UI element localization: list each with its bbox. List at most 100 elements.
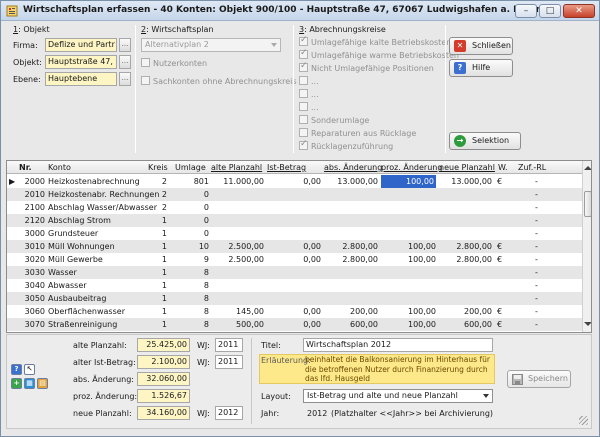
header-umlage[interactable]: Umlage (175, 163, 206, 172)
abrechnungskreis-checkbox[interactable]: Sonderumlage (299, 115, 369, 125)
abrechnungskreis-checkbox[interactable]: Umlagefähige kalte Betriebskosten (299, 35, 451, 47)
maximize-button[interactable]: □ (539, 4, 561, 18)
header-neue-planzahl[interactable]: neue Planzahl (439, 163, 495, 172)
table-scrollbar[interactable] (582, 161, 591, 332)
titel-field[interactable]: Wirtschaftsplan 2012 (303, 338, 493, 352)
cell-neu[interactable]: 200,00 (439, 305, 492, 318)
firma-field[interactable]: Deflize und Partr (45, 38, 117, 52)
cell-konto[interactable]: Ausbaubeitrag (48, 292, 146, 305)
abrechnungskreis-checkbox[interactable]: Nicht Umlagefähige Positionen (299, 61, 434, 73)
cell-zuf[interactable]: - (535, 240, 543, 253)
cell-ist[interactable]: 0,00 (267, 305, 321, 318)
cell-abs[interactable]: 600,00 (324, 318, 378, 331)
cell-umlage[interactable]: 8 (173, 292, 209, 305)
cell-konto[interactable]: Abschlag Strom (48, 214, 146, 227)
close-button[interactable]: ✕ (563, 4, 595, 18)
cell-umlage[interactable]: 8 (173, 305, 209, 318)
firma-browse-button[interactable]: ... (119, 38, 131, 52)
cell-nr[interactable]: 3030 (19, 266, 45, 279)
header-konto[interactable]: Konto (48, 163, 71, 172)
table-row[interactable]: 3050 Ausbaubeitrag 1 8 - (7, 292, 582, 305)
table-row[interactable]: ▶ 2000 Heizkostenabrechnung 2 801 11.000,00 0,… (7, 175, 582, 188)
cell-alt[interactable]: 11.000,00 (211, 175, 264, 188)
cell-konto[interactable]: Heizkostenabr. Rechnungen (48, 188, 159, 201)
cell-nr[interactable]: 3070 (19, 318, 45, 331)
table-row[interactable]: 3060 Oberflächenwasser 1 8 145,00 0,00 200,00 1… (7, 305, 582, 318)
cell-w[interactable]: € (497, 175, 509, 188)
cell-ist[interactable]: 0,00 (267, 253, 321, 266)
resize-grip[interactable] (579, 416, 588, 425)
header-nr[interactable]: Nr. (19, 163, 32, 172)
cell-w[interactable]: € (497, 253, 509, 266)
cell-proz[interactable]: 100,00 (381, 318, 436, 331)
ebene-field[interactable]: Hauptebene (45, 72, 117, 86)
cell-konto[interactable]: Oberflächenwasser (48, 305, 146, 318)
cell-neu[interactable]: 600,00 (439, 318, 492, 331)
cell-kreis[interactable]: 1 (147, 292, 167, 305)
cell-kreis[interactable]: 1 (147, 266, 167, 279)
cell-ist[interactable]: 0,00 (267, 175, 321, 188)
cell-kreis[interactable]: 1 (147, 279, 167, 292)
table-row[interactable]: 3010 Müll Wohnungen 1 10 2.500,00 0,00 2.800,0… (7, 240, 582, 253)
cell-nr[interactable]: 3060 (19, 305, 45, 318)
cell-alt[interactable]: 2.500,00 (211, 253, 264, 266)
table-row[interactable]: 3000 Grundsteuer 1 0 - (7, 227, 582, 240)
cell-neu[interactable]: 13.000,00 (439, 175, 492, 188)
layout-select[interactable]: Ist-Betrag und alte und neue Planzahl (303, 389, 493, 403)
abrechnungskreis-checkbox[interactable]: ... (299, 102, 319, 112)
cell-alt[interactable]: 2.500,00 (211, 240, 264, 253)
cell-neu[interactable]: 2.800,00 (439, 253, 492, 266)
cell-umlage[interactable]: 8 (173, 266, 209, 279)
cell-konto[interactable]: Abschlag Wasser/Abwasser (48, 201, 157, 214)
scroll-thumb[interactable] (584, 191, 591, 217)
cell-nr[interactable]: 2000 (19, 175, 45, 188)
cell-zuf[interactable]: - (535, 279, 543, 292)
abrechnungskreis-checkbox[interactable]: ... (299, 76, 319, 86)
cell-umlage[interactable]: 8 (173, 279, 209, 292)
cell-w[interactable]: € (497, 240, 509, 253)
cell-nr[interactable]: 3000 (19, 227, 45, 240)
cell-umlage[interactable]: 0 (173, 188, 209, 201)
cell-zuf[interactable]: - (535, 292, 543, 305)
cell-konto[interactable]: Abwasser (48, 279, 146, 292)
cell-ist[interactable]: 0,00 (267, 318, 321, 331)
cell-konto[interactable]: Müll Gewerbe (48, 253, 146, 266)
cell-zuf[interactable]: - (535, 305, 543, 318)
table-row[interactable]: 3030 Wasser 1 8 - (7, 266, 582, 279)
help-icon[interactable]: ? (11, 364, 22, 375)
header-zuf-rl[interactable]: Zuf.-RL (518, 163, 546, 172)
cell-zuf[interactable]: - (535, 318, 543, 331)
cell-zuf[interactable]: - (535, 175, 543, 188)
cell-umlage[interactable]: 9 (173, 253, 209, 266)
cell-proz[interactable]: 100,00 (381, 253, 436, 266)
cell-umlage[interactable]: 0 (173, 201, 209, 214)
cell-umlage[interactable]: 0 (173, 227, 209, 240)
cell-nr[interactable]: 2010 (19, 188, 45, 201)
table-row[interactable]: 2120 Abschlag Strom 1 0 - (7, 214, 582, 227)
cell-nr[interactable]: 2120 (19, 214, 45, 227)
cell-alt[interactable]: 145,00 (211, 305, 264, 318)
cell-kreis[interactable]: 1 (147, 227, 167, 240)
cell-umlage[interactable]: 0 (173, 214, 209, 227)
cell-abs[interactable]: 200,00 (324, 305, 378, 318)
cell-kreis[interactable]: 1 (147, 253, 167, 266)
cell-proz[interactable]: 100,00 (381, 305, 436, 318)
cell-nr[interactable]: 3050 (19, 292, 45, 305)
table-row[interactable]: 3070 Straßenreinigung 1 8 500,00 0,00 600,00 10… (7, 318, 582, 331)
objekt-field[interactable]: Hauptstraße 47, (45, 55, 117, 69)
minimize-button[interactable]: – (515, 4, 537, 18)
cell-zuf[interactable]: - (535, 227, 543, 240)
cell-zuf[interactable]: - (535, 214, 543, 227)
grid-icon[interactable]: ▦ (24, 378, 35, 389)
cell-konto[interactable]: Müll Wohnungen (48, 240, 146, 253)
cell-alt[interactable]: 500,00 (211, 318, 264, 331)
cell-w[interactable]: € (497, 318, 509, 331)
cell-zuf[interactable]: - (535, 253, 543, 266)
cell-zuf[interactable]: - (535, 188, 543, 201)
cell-konto[interactable]: Heizkostenabrechnung (48, 175, 146, 188)
speichern-button[interactable]: Speichern (507, 370, 571, 388)
wirtschaftsplan-select[interactable]: Alternativplan 2 (141, 38, 281, 52)
cell-nr[interactable]: 3040 (19, 279, 45, 292)
cell-abs[interactable]: 13.000,00 (324, 175, 378, 188)
cell-kreis[interactable]: 2 (147, 188, 167, 201)
